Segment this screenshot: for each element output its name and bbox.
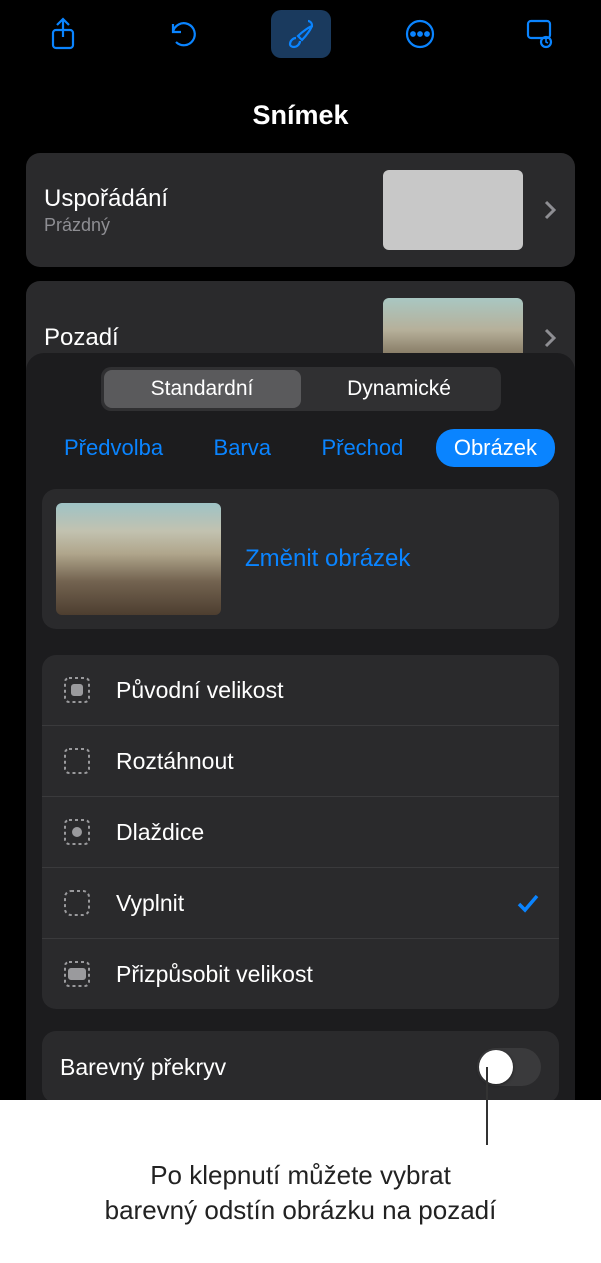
callout-text: Po klepnutí můžete vybrat barevný odstín… <box>0 1150 601 1258</box>
scale-stretch-label: Roztáhnout <box>116 748 541 775</box>
callout-line2: barevný odstín obrázku na pozadí <box>105 1195 497 1225</box>
fill-icon <box>60 886 94 920</box>
change-image-row[interactable]: Změnit obrázek <box>42 489 559 629</box>
page-title: Snímek <box>0 100 601 131</box>
layout-subtitle: Prázdný <box>44 215 168 236</box>
layout-labels: Uspořádání Prázdný <box>44 185 168 236</box>
chevron-right-icon <box>543 199 557 221</box>
more-icon <box>404 18 436 50</box>
undo-icon <box>166 18 198 50</box>
scale-tile-label: Dlaždice <box>116 819 541 846</box>
layout-title: Uspořádání <box>44 185 168 213</box>
stretch-icon <box>60 744 94 778</box>
scale-options-list: Původní velikost Roztáhnout Dlaždice Vyp… <box>42 655 559 1009</box>
slide-nav-icon <box>524 18 554 50</box>
fill-tabs: Předvolba Barva Přechod Obrázek <box>42 429 559 467</box>
slide-nav-button[interactable] <box>509 10 569 58</box>
scale-tile[interactable]: Dlaždice <box>42 797 559 868</box>
color-overlay-label: Barevný překryv <box>60 1054 226 1081</box>
share-icon <box>49 17 77 51</box>
brush-icon <box>286 18 316 50</box>
tab-gradient[interactable]: Přechod <box>303 429 421 467</box>
more-button[interactable] <box>390 10 450 58</box>
scale-fit[interactable]: Přizpůsobit velikost <box>42 939 559 1009</box>
segment-dynamic[interactable]: Dynamické <box>301 370 498 408</box>
segment-standard[interactable]: Standardní <box>104 370 301 408</box>
tile-icon <box>60 815 94 849</box>
layout-preview <box>383 170 523 250</box>
segmented-control[interactable]: Standardní Dynamické <box>101 367 501 411</box>
fit-icon <box>60 957 94 991</box>
background-title: Pozadí <box>44 324 119 352</box>
layout-row[interactable]: Uspořádání Prázdný <box>26 153 575 267</box>
chevron-right-icon <box>543 327 557 349</box>
change-image-link[interactable]: Změnit obrázek <box>245 545 410 573</box>
scale-stretch[interactable]: Roztáhnout <box>42 726 559 797</box>
callout-line1: Po klepnutí můžete vybrat <box>150 1160 451 1190</box>
scale-original-label: Původní velikost <box>116 677 541 704</box>
scale-fill-label: Vyplnit <box>116 890 493 917</box>
background-options-panel: Standardní Dynamické Předvolba Barva Pře… <box>26 353 575 1123</box>
toolbar <box>0 0 601 72</box>
scale-fit-label: Přizpůsobit velikost <box>116 961 541 988</box>
undo-button[interactable] <box>152 10 212 58</box>
scale-original[interactable]: Původní velikost <box>42 655 559 726</box>
original-size-icon <box>60 673 94 707</box>
checkmark-icon <box>515 890 541 916</box>
switch-knob <box>479 1050 513 1084</box>
format-button[interactable] <box>271 10 331 58</box>
image-thumbnail <box>56 503 221 615</box>
color-overlay-row: Barevný překryv <box>42 1031 559 1103</box>
tab-image[interactable]: Obrázek <box>436 429 555 467</box>
tab-color[interactable]: Barva <box>196 429 289 467</box>
share-button[interactable] <box>33 10 93 58</box>
scale-fill[interactable]: Vyplnit <box>42 868 559 939</box>
tab-preset[interactable]: Předvolba <box>46 429 181 467</box>
callout-leader-line <box>486 1067 488 1145</box>
